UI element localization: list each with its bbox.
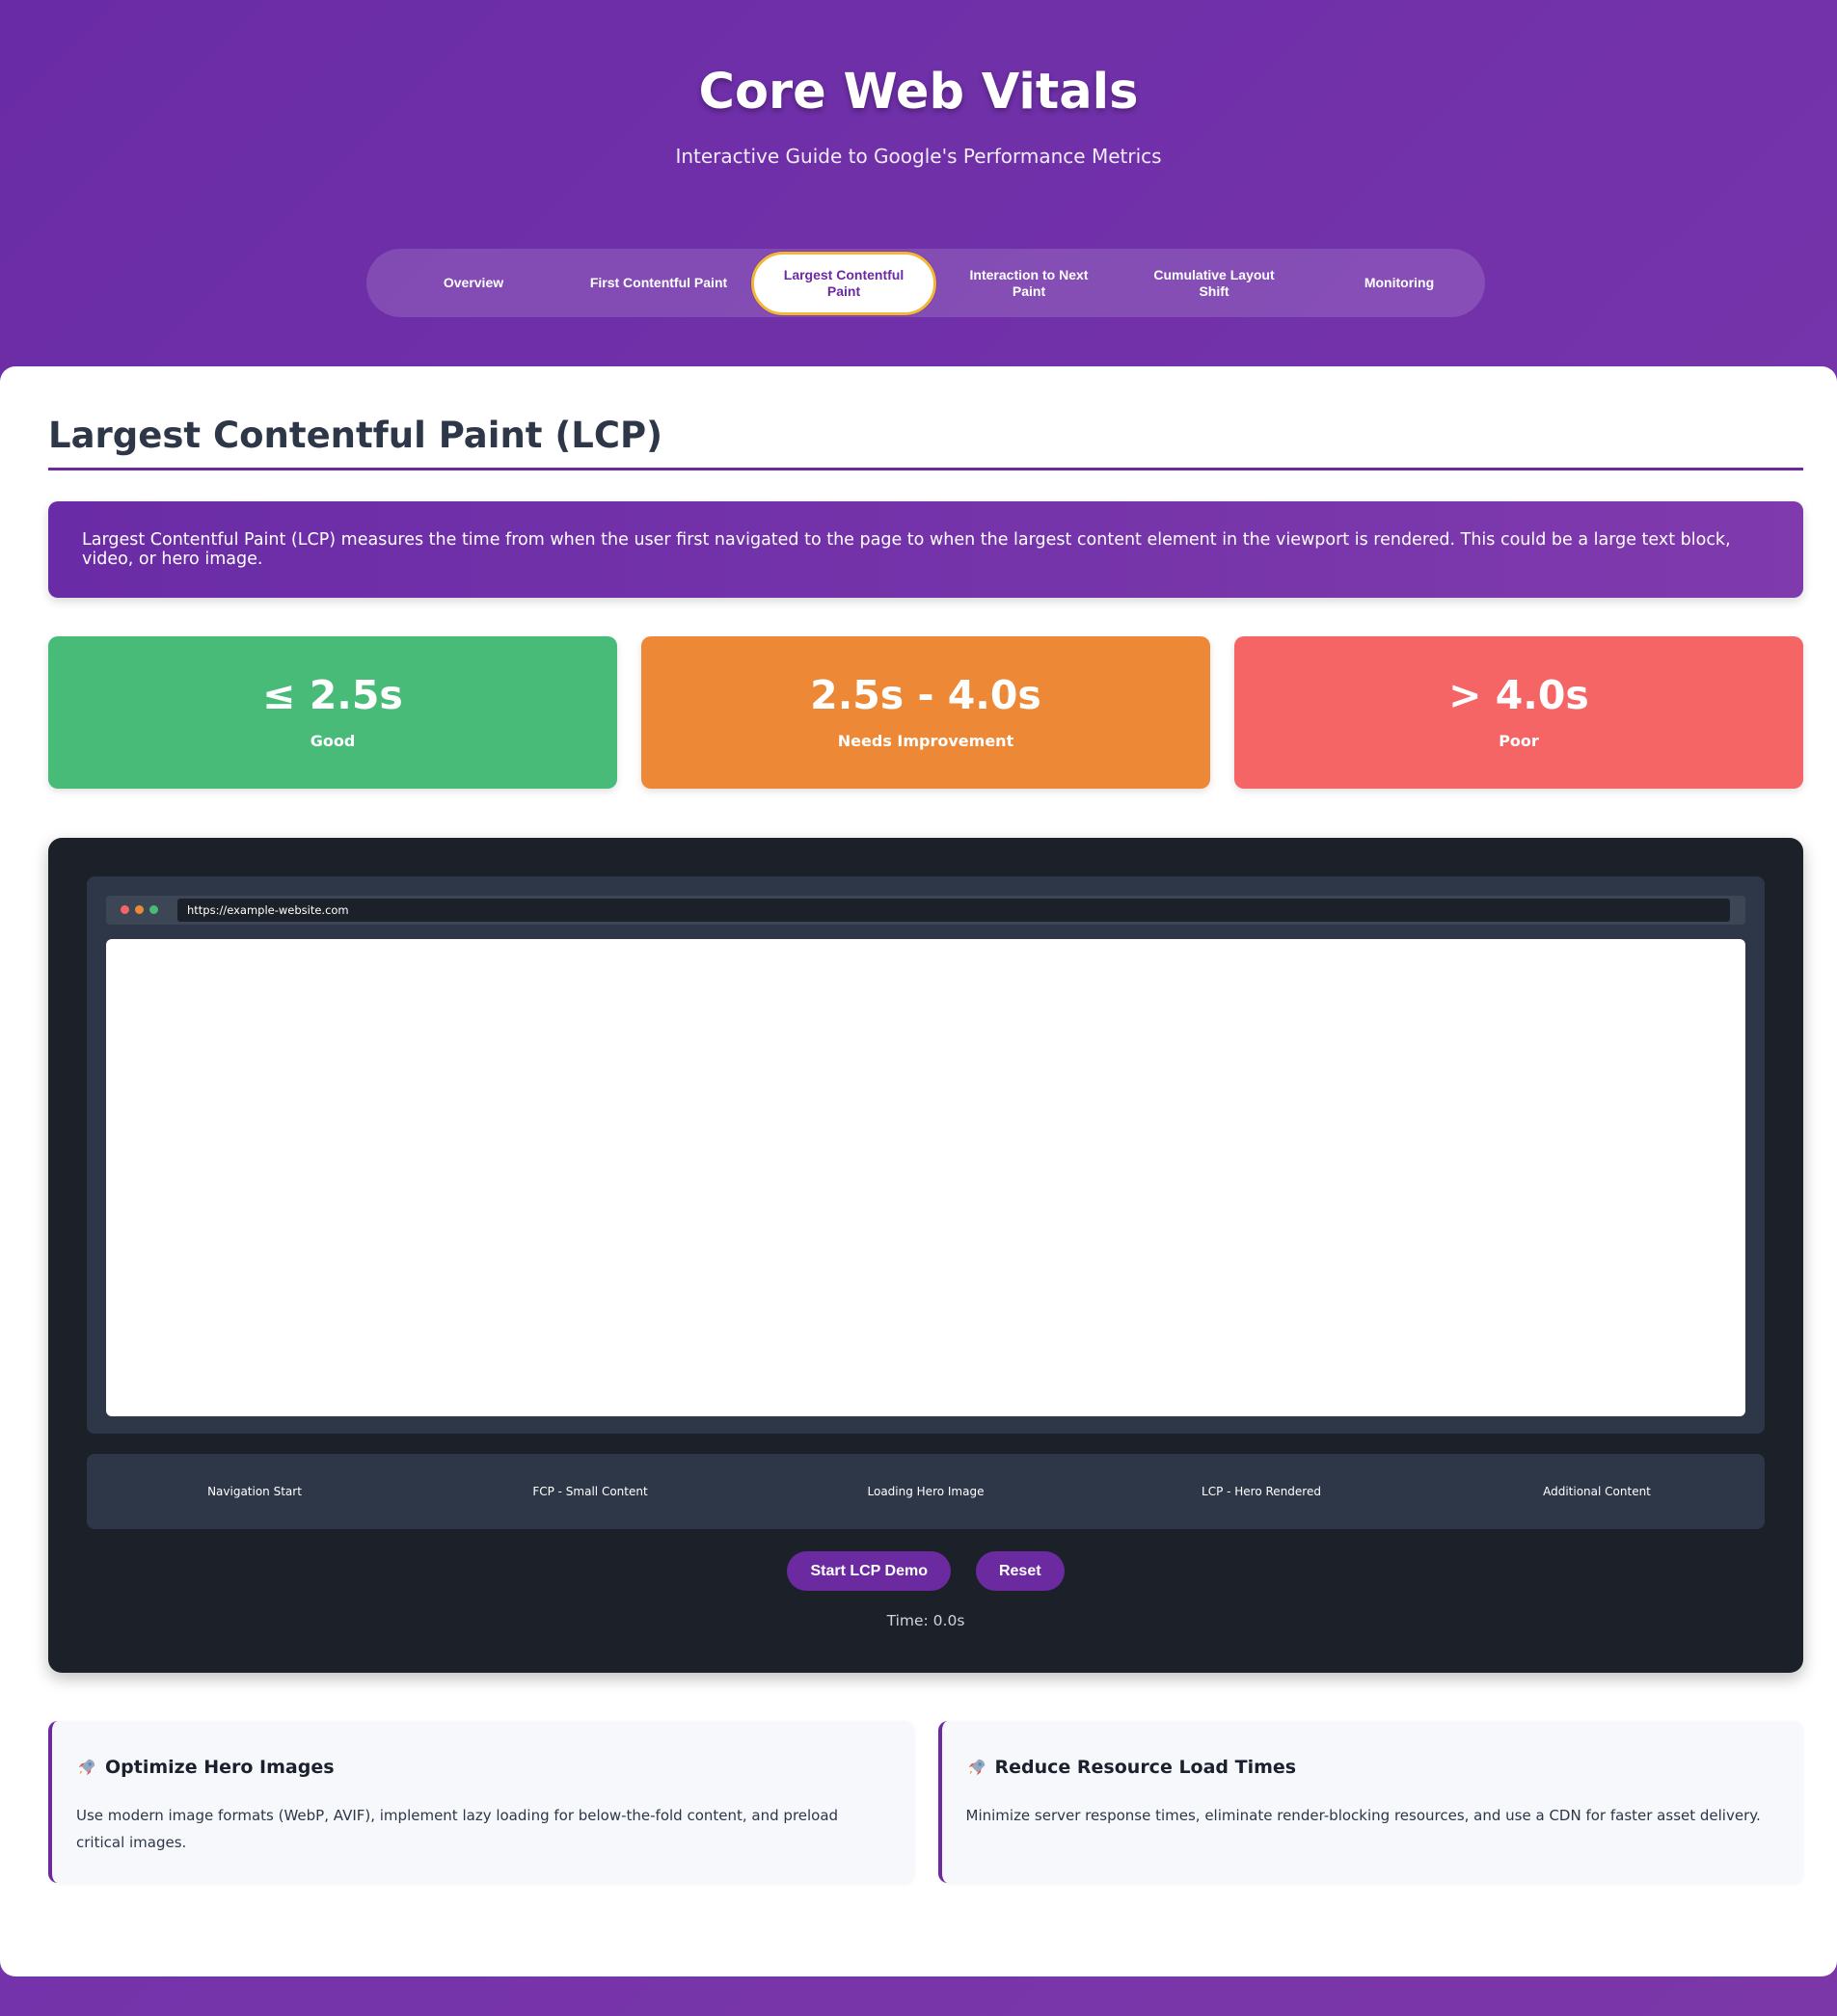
- tip-title: Reduce Resource Load Times: [994, 1757, 1297, 1778]
- tip-body: Minimize server response times, eliminat…: [965, 1807, 1761, 1824]
- lcp-demo-panel: https://example-website.com Navigation S…: [48, 838, 1803, 1673]
- threshold-value: ≤ 2.5s: [262, 672, 403, 718]
- threshold-cards: ≤ 2.5s Good 2.5s - 4.0s Needs Improvemen…: [48, 636, 1803, 789]
- metric-description: Largest Contentful Paint (LCP) measures …: [48, 501, 1803, 598]
- timeline-stage-loading-hero: Loading Hero Image: [867, 1485, 985, 1498]
- tip-body: Use modern image formats (WebP, AVIF), i…: [76, 1807, 839, 1851]
- page-subtitle: Interactive Guide to Google's Performanc…: [675, 145, 1162, 168]
- optimization-tips: Optimize Hero Images Use modern image fo…: [48, 1721, 1803, 1883]
- threshold-needs-improvement: 2.5s - 4.0s Needs Improvement: [641, 636, 1210, 789]
- demo-controls: Start LCP Demo Reset: [48, 1551, 1803, 1591]
- reset-button[interactable]: Reset: [975, 1551, 1065, 1591]
- tip-heading: Reduce Resource Load Times: [966, 1757, 1297, 1778]
- timeline-stage-navigation-start: Navigation Start: [207, 1485, 302, 1498]
- close-dot-icon: [121, 905, 129, 914]
- threshold-value: > 4.0s: [1448, 672, 1589, 718]
- browser-viewport: [106, 939, 1745, 1416]
- loading-timeline: Navigation Start FCP - Small Content Loa…: [87, 1454, 1765, 1529]
- section-divider: [48, 468, 1803, 470]
- threshold-poor: > 4.0s Poor: [1234, 636, 1803, 789]
- minimize-dot-icon: [135, 905, 144, 914]
- tip-card: Reduce Resource Load Times Minimize serv…: [937, 1721, 1803, 1883]
- rocket-icon: [78, 1759, 95, 1776]
- start-lcp-demo-button[interactable]: Start LCP Demo: [787, 1551, 951, 1591]
- section-title: Largest Contentful Paint (LCP): [48, 415, 663, 456]
- metric-tabs: Overview First Contentful Paint Largest …: [366, 249, 1485, 317]
- url-field: https://example-website.com: [177, 899, 1730, 922]
- rocket-icon: [968, 1759, 985, 1776]
- elapsed-time: Time: 0.0s: [886, 1612, 965, 1629]
- tab-largest-contentful-paint[interactable]: Largest Contentful Paint: [751, 251, 936, 315]
- page-header: Core Web Vitals Interactive Guide to Goo…: [0, 0, 1837, 366]
- maximize-dot-icon: [149, 905, 158, 914]
- threshold-label: Needs Improvement: [837, 732, 1014, 750]
- threshold-label: Poor: [1499, 732, 1539, 750]
- timeline-stage-fcp: FCP - Small Content: [532, 1485, 648, 1498]
- threshold-good: ≤ 2.5s Good: [48, 636, 617, 789]
- threshold-label: Good: [310, 732, 356, 750]
- timeline-stage-additional-content: Additional Content: [1543, 1485, 1651, 1498]
- tab-interaction-to-next-paint[interactable]: Interaction to Next Paint: [936, 252, 1121, 315]
- tab-monitoring[interactable]: Monitoring: [1307, 252, 1492, 315]
- metric-description-text: Largest Contentful Paint (LCP) measures …: [82, 530, 1731, 569]
- tip-title: Optimize Hero Images: [105, 1757, 335, 1778]
- timeline-stage-lcp: LCP - Hero Rendered: [1202, 1485, 1321, 1498]
- browser-mockup: https://example-website.com: [87, 876, 1765, 1434]
- tip-card: Optimize Hero Images Use modern image fo…: [48, 1721, 914, 1883]
- tab-overview[interactable]: Overview: [381, 252, 566, 315]
- tab-cumulative-layout-shift[interactable]: Cumulative Layout Shift: [1121, 252, 1307, 315]
- tip-heading: Optimize Hero Images: [76, 1757, 335, 1778]
- browser-url-bar: https://example-website.com: [106, 896, 1745, 925]
- page-title: Core Web Vitals: [698, 64, 1139, 121]
- threshold-value: 2.5s - 4.0s: [810, 672, 1041, 718]
- tab-first-contentful-paint[interactable]: First Contentful Paint: [566, 252, 751, 315]
